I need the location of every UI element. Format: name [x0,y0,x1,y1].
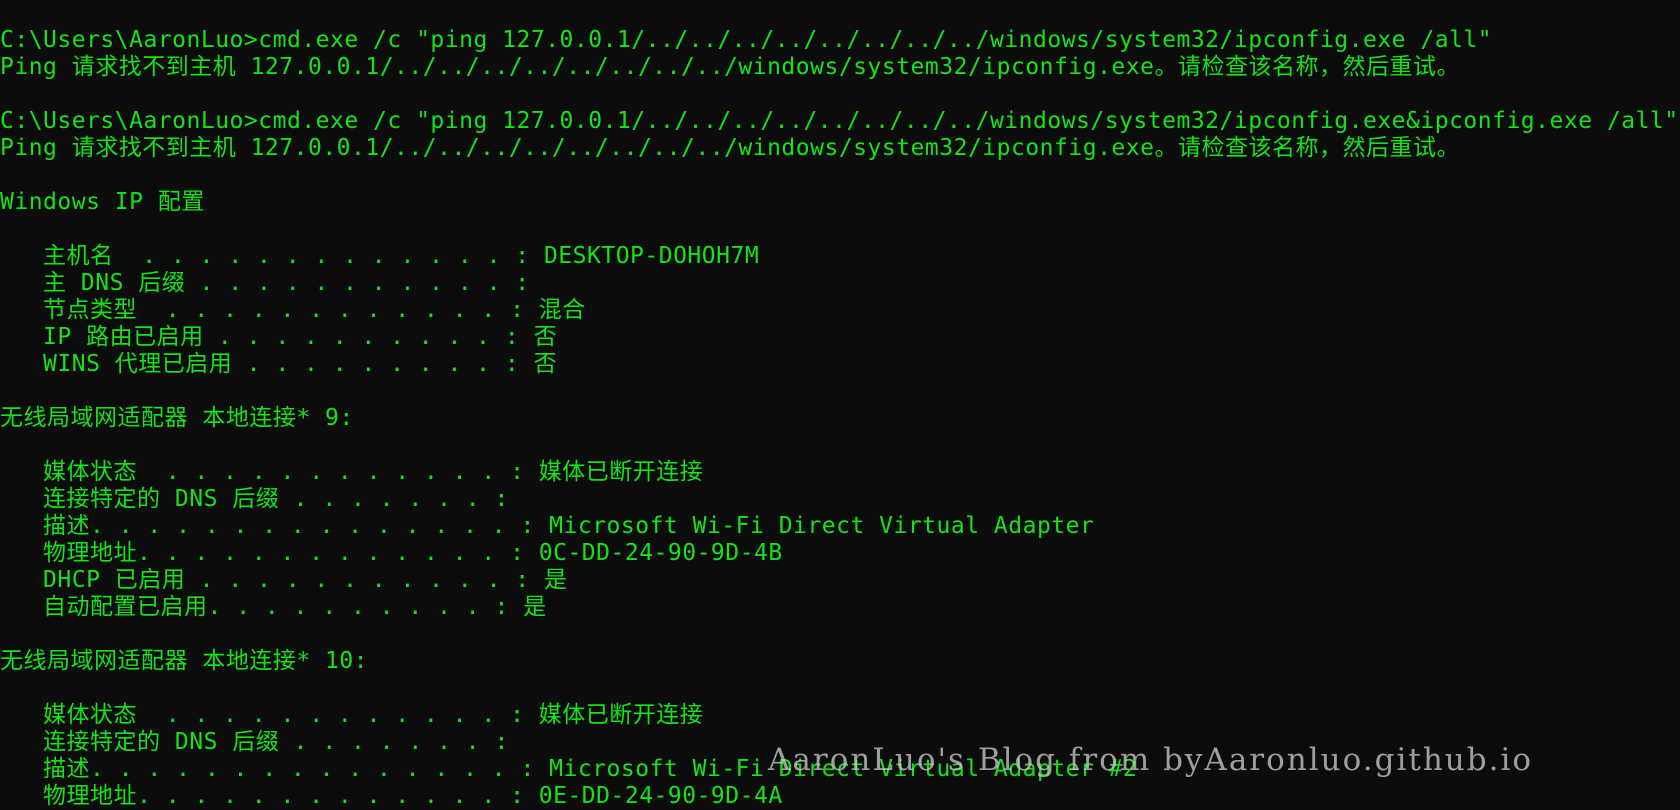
console-line: 无线局域网适配器 本地连接* 10: [0,648,369,674]
console-line: 主 DNS 后缀 . . . . . . . . . . . : [0,270,530,296]
console-output[interactable]: C:\Users\AaronLuo>cmd.exe /c "ping 127.0… [0,27,1680,810]
console-line: 连接特定的 DNS 后缀 . . . . . . . : [0,486,509,512]
console-line: 物理地址. . . . . . . . . . . . . : 0C-DD-24… [0,540,783,566]
console-line: Ping 请求找不到主机 127.0.0.1/../../../../../..… [0,54,1460,80]
console-line: C:\Users\AaronLuo>cmd.exe /c "ping 127.0… [0,27,1493,53]
console-line: 描述. . . . . . . . . . . . . . . : Micros… [0,513,1095,539]
console-line: 自动配置已启用. . . . . . . . . . : 是 [0,594,547,620]
console-line: Windows IP 配置 [0,189,205,215]
console-line: C:\Users\AaronLuo>cmd.exe /c "ping 127.0… [0,108,1679,134]
console-line: 节点类型 . . . . . . . . . . . . : 混合 [0,297,586,323]
console-line: DHCP 已启用 . . . . . . . . . . . : 是 [0,567,568,593]
console-line: 媒体状态 . . . . . . . . . . . . : 媒体已断开连接 [0,702,704,728]
console-line: IP 路由已启用 . . . . . . . . . . : 否 [0,324,558,350]
console-line: 无线局域网适配器 本地连接* 9: [0,405,354,431]
console-line: 物理地址. . . . . . . . . . . . . : 0E-DD-24… [0,783,783,809]
console-line: Ping 请求找不到主机 127.0.0.1/../../../../../..… [0,135,1460,161]
console-line: 主机名 . . . . . . . . . . . . . : DESKTOP-… [0,243,760,269]
blog-watermark: AaronLuo's Blog from byAaronluo.github.i… [768,742,1534,778]
console-line: WINS 代理已启用 . . . . . . . . . : 否 [0,351,558,377]
console-line: 媒体状态 . . . . . . . . . . . . : 媒体已断开连接 [0,459,704,485]
